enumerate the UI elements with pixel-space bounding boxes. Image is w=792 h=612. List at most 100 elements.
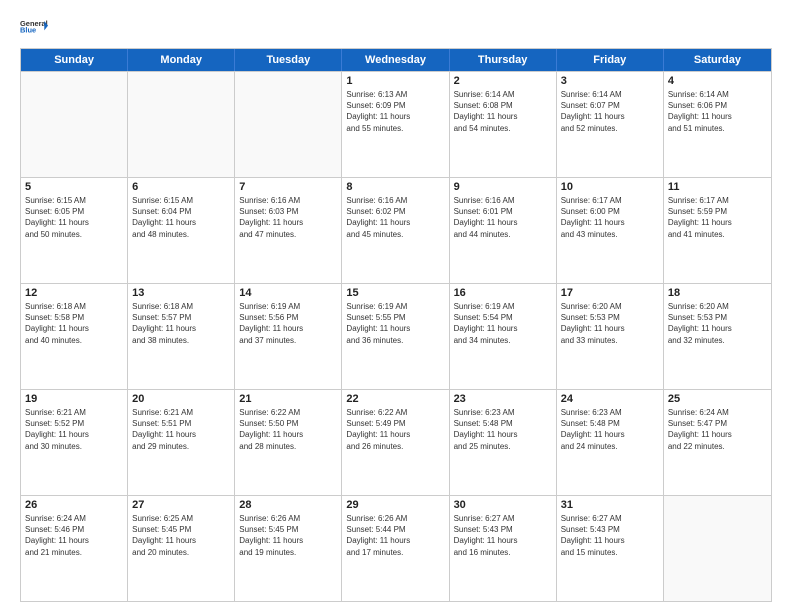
calendar-cell: 7 Sunrise: 6:16 AM Sunset: 6:03 PM Daylig… — [235, 178, 342, 283]
calendar-cell: 29 Sunrise: 6:26 AM Sunset: 5:44 PM Dayli… — [342, 496, 449, 601]
calendar-cell: 26 Sunrise: 6:24 AM Sunset: 5:46 PM Dayli… — [21, 496, 128, 601]
day-info: Sunrise: 6:17 AM Sunset: 6:00 PM Dayligh… — [561, 195, 659, 240]
calendar-cell: 1 Sunrise: 6:13 AM Sunset: 6:09 PM Daylig… — [342, 72, 449, 177]
day-number: 12 — [25, 287, 123, 299]
calendar-cell: 27 Sunrise: 6:25 AM Sunset: 5:45 PM Dayli… — [128, 496, 235, 601]
day-number: 25 — [668, 393, 767, 405]
day-number: 18 — [668, 287, 767, 299]
day-header-thursday: Thursday — [450, 49, 557, 71]
day-info: Sunrise: 6:20 AM Sunset: 5:53 PM Dayligh… — [668, 301, 767, 346]
calendar-header: SundayMondayTuesdayWednesdayThursdayFrid… — [21, 49, 771, 71]
day-number: 28 — [239, 499, 337, 511]
day-number: 19 — [25, 393, 123, 405]
calendar-cell: 22 Sunrise: 6:22 AM Sunset: 5:49 PM Dayli… — [342, 390, 449, 495]
day-number: 14 — [239, 287, 337, 299]
day-info: Sunrise: 6:24 AM Sunset: 5:47 PM Dayligh… — [668, 407, 767, 452]
day-info: Sunrise: 6:21 AM Sunset: 5:51 PM Dayligh… — [132, 407, 230, 452]
day-info: Sunrise: 6:15 AM Sunset: 6:04 PM Dayligh… — [132, 195, 230, 240]
day-info: Sunrise: 6:16 AM Sunset: 6:01 PM Dayligh… — [454, 195, 552, 240]
calendar-cell: 30 Sunrise: 6:27 AM Sunset: 5:43 PM Dayli… — [450, 496, 557, 601]
day-info: Sunrise: 6:21 AM Sunset: 5:52 PM Dayligh… — [25, 407, 123, 452]
calendar-cell: 3Sunrise: 6:14 AM Sunset: 6:07 PM Daylig… — [557, 72, 664, 177]
day-number: 6 — [132, 181, 230, 193]
calendar-week-3: 12 Sunrise: 6:18 AM Sunset: 5:58 PM Dayli… — [21, 283, 771, 389]
day-number: 7 — [239, 181, 337, 193]
logo: General Blue — [20, 18, 48, 40]
calendar-cell: 17Sunrise: 6:20 AM Sunset: 5:53 PM Dayli… — [557, 284, 664, 389]
day-info: Sunrise: 6:20 AM Sunset: 5:53 PM Dayligh… — [561, 301, 659, 346]
calendar-cell: 5 Sunrise: 6:15 AM Sunset: 6:05 PM Daylig… — [21, 178, 128, 283]
day-info: Sunrise: 6:19 AM Sunset: 5:54 PM Dayligh… — [454, 301, 552, 346]
calendar-cell: 20 Sunrise: 6:21 AM Sunset: 5:51 PM Dayli… — [128, 390, 235, 495]
day-number: 20 — [132, 393, 230, 405]
day-number: 29 — [346, 499, 444, 511]
day-info: Sunrise: 6:14 AM Sunset: 6:06 PM Dayligh… — [668, 89, 767, 134]
calendar-cell: 9 Sunrise: 6:16 AM Sunset: 6:01 PM Daylig… — [450, 178, 557, 283]
day-info: Sunrise: 6:23 AM Sunset: 5:48 PM Dayligh… — [561, 407, 659, 452]
calendar-cell: 4 Sunrise: 6:14 AM Sunset: 6:06 PM Daylig… — [664, 72, 771, 177]
day-number: 27 — [132, 499, 230, 511]
day-info: Sunrise: 6:13 AM Sunset: 6:09 PM Dayligh… — [346, 89, 444, 134]
page: General Blue SundayMondayTuesdayWednesda… — [0, 0, 792, 612]
day-info: Sunrise: 6:19 AM Sunset: 5:55 PM Dayligh… — [346, 301, 444, 346]
day-info: Sunrise: 6:26 AM Sunset: 5:45 PM Dayligh… — [239, 513, 337, 558]
day-header-monday: Monday — [128, 49, 235, 71]
day-number: 30 — [454, 499, 552, 511]
calendar-cell: 14 Sunrise: 6:19 AM Sunset: 5:56 PM Dayli… — [235, 284, 342, 389]
day-number: 10 — [561, 181, 659, 193]
day-info: Sunrise: 6:14 AM Sunset: 6:08 PM Dayligh… — [454, 89, 552, 134]
calendar-cell: 6 Sunrise: 6:15 AM Sunset: 6:04 PM Daylig… — [128, 178, 235, 283]
calendar-cell: 2 Sunrise: 6:14 AM Sunset: 6:08 PM Daylig… — [450, 72, 557, 177]
day-info: Sunrise: 6:22 AM Sunset: 5:49 PM Dayligh… — [346, 407, 444, 452]
day-info: Sunrise: 6:22 AM Sunset: 5:50 PM Dayligh… — [239, 407, 337, 452]
calendar-cell: 13Sunrise: 6:18 AM Sunset: 5:57 PM Dayli… — [128, 284, 235, 389]
day-number: 31 — [561, 499, 659, 511]
day-info: Sunrise: 6:26 AM Sunset: 5:44 PM Dayligh… — [346, 513, 444, 558]
day-number: 2 — [454, 75, 552, 87]
calendar-cell: 28 Sunrise: 6:26 AM Sunset: 5:45 PM Dayli… — [235, 496, 342, 601]
day-number: 5 — [25, 181, 123, 193]
calendar-week-5: 26 Sunrise: 6:24 AM Sunset: 5:46 PM Dayli… — [21, 495, 771, 601]
day-number: 11 — [668, 181, 767, 193]
day-info: Sunrise: 6:15 AM Sunset: 6:05 PM Dayligh… — [25, 195, 123, 240]
calendar-body: 1 Sunrise: 6:13 AM Sunset: 6:09 PM Daylig… — [21, 71, 771, 601]
day-info: Sunrise: 6:27 AM Sunset: 5:43 PM Dayligh… — [454, 513, 552, 558]
calendar-week-1: 1 Sunrise: 6:13 AM Sunset: 6:09 PM Daylig… — [21, 71, 771, 177]
day-header-friday: Friday — [557, 49, 664, 71]
day-info: Sunrise: 6:19 AM Sunset: 5:56 PM Dayligh… — [239, 301, 337, 346]
calendar-cell: 12 Sunrise: 6:18 AM Sunset: 5:58 PM Dayli… — [21, 284, 128, 389]
day-number: 16 — [454, 287, 552, 299]
day-header-sunday: Sunday — [21, 49, 128, 71]
day-info: Sunrise: 6:24 AM Sunset: 5:46 PM Dayligh… — [25, 513, 123, 558]
day-info: Sunrise: 6:18 AM Sunset: 5:57 PM Dayligh… — [132, 301, 230, 346]
day-number: 21 — [239, 393, 337, 405]
calendar-cell: 8Sunrise: 6:16 AM Sunset: 6:02 PM Daylig… — [342, 178, 449, 283]
day-info: Sunrise: 6:14 AM Sunset: 6:07 PM Dayligh… — [561, 89, 659, 134]
calendar-cell: 11Sunrise: 6:17 AM Sunset: 5:59 PM Dayli… — [664, 178, 771, 283]
calendar-cell: 31 Sunrise: 6:27 AM Sunset: 5:43 PM Dayli… — [557, 496, 664, 601]
calendar-cell — [128, 72, 235, 177]
day-info: Sunrise: 6:25 AM Sunset: 5:45 PM Dayligh… — [132, 513, 230, 558]
calendar-cell: 21 Sunrise: 6:22 AM Sunset: 5:50 PM Dayli… — [235, 390, 342, 495]
day-number: 9 — [454, 181, 552, 193]
day-info: Sunrise: 6:16 AM Sunset: 6:03 PM Dayligh… — [239, 195, 337, 240]
calendar-week-2: 5 Sunrise: 6:15 AM Sunset: 6:05 PM Daylig… — [21, 177, 771, 283]
day-number: 23 — [454, 393, 552, 405]
day-number: 22 — [346, 393, 444, 405]
day-info: Sunrise: 6:18 AM Sunset: 5:58 PM Dayligh… — [25, 301, 123, 346]
day-info: Sunrise: 6:27 AM Sunset: 5:43 PM Dayligh… — [561, 513, 659, 558]
day-info: Sunrise: 6:23 AM Sunset: 5:48 PM Dayligh… — [454, 407, 552, 452]
day-number: 4 — [668, 75, 767, 87]
day-number: 26 — [25, 499, 123, 511]
calendar-cell — [664, 496, 771, 601]
day-header-wednesday: Wednesday — [342, 49, 449, 71]
calendar-cell: 10 Sunrise: 6:17 AM Sunset: 6:00 PM Dayli… — [557, 178, 664, 283]
day-number: 1 — [346, 75, 444, 87]
calendar-cell: 24 Sunrise: 6:23 AM Sunset: 5:48 PM Dayli… — [557, 390, 664, 495]
calendar-cell: 16 Sunrise: 6:19 AM Sunset: 5:54 PM Dayli… — [450, 284, 557, 389]
day-info: Sunrise: 6:16 AM Sunset: 6:02 PM Dayligh… — [346, 195, 444, 240]
calendar-cell: 19 Sunrise: 6:21 AM Sunset: 5:52 PM Dayli… — [21, 390, 128, 495]
day-number: 24 — [561, 393, 659, 405]
calendar-cell: 15Sunrise: 6:19 AM Sunset: 5:55 PM Dayli… — [342, 284, 449, 389]
header: General Blue — [20, 18, 772, 40]
